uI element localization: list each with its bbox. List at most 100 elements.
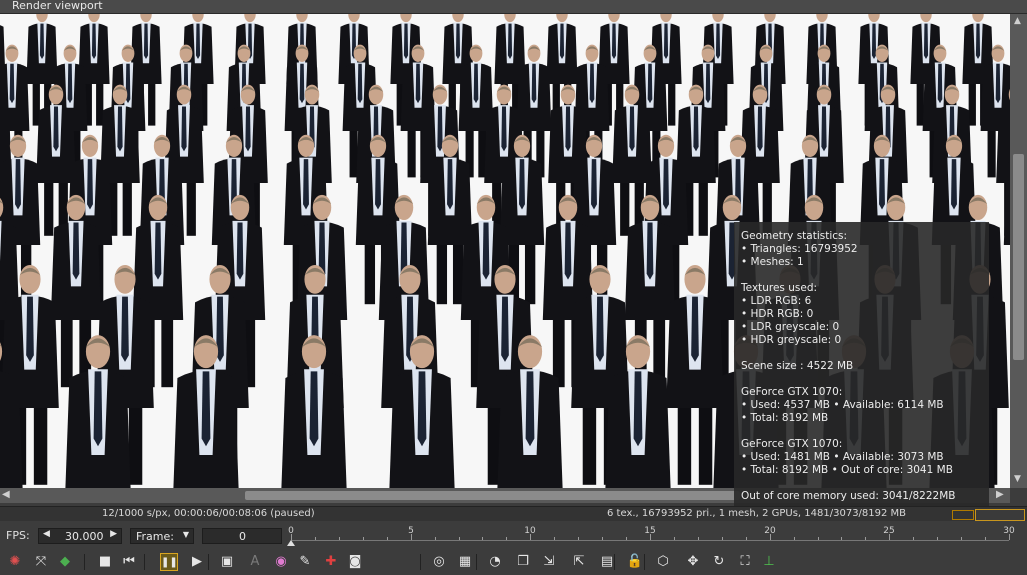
viewport-title-bar: Render viewport — [0, 0, 1027, 14]
stats-line: • Used: 1481 MB • Available: 3073 MB — [741, 451, 944, 463]
geometry-statistics-overlay: Geometry statistics: • Triangles: 167939… — [734, 222, 989, 506]
viewport-toolbar: ✺ ⤧ ◆ ■ ⏮ ❚❚ ▶ ▣ A ◉ ✎ ✚ ◙ ◎ ▦ ◔ ❐ ⇲ ⇱ ▤ 🔓 ⬡ ✥ ↻ ⛶ ⊥ — [0, 550, 1027, 575]
stats-line: GeForce GTX 1070: — [741, 438, 843, 450]
stats-line — [741, 477, 989, 490]
ruler-tick — [794, 537, 795, 540]
ruler-tick — [626, 537, 627, 540]
afi-icon[interactable]: A — [246, 553, 264, 571]
frame-value: 0 — [239, 530, 246, 543]
toolbar-separator — [476, 554, 477, 570]
ruler-tick — [339, 537, 340, 540]
box-icon[interactable]: ⬡ — [654, 553, 672, 571]
ruler-tick — [506, 537, 507, 540]
ruler-tick — [722, 537, 723, 540]
progress-indicator — [952, 510, 974, 520]
stats-line — [741, 425, 989, 438]
stats-line: • Used: 4537 MB • Available: 6114 MB — [741, 399, 944, 411]
fps-value: 30.000 — [65, 530, 104, 543]
viewport-title: Render viewport — [12, 0, 103, 12]
ruler-tick — [961, 537, 962, 540]
stats-line: Textures used: — [741, 282, 818, 294]
move-icon[interactable]: ✥ — [684, 553, 702, 571]
ruler-tick — [554, 537, 555, 540]
stop-icon[interactable]: ■ — [96, 553, 114, 571]
stats-line — [741, 347, 989, 360]
scroll-down-icon[interactable]: ▼ — [1014, 474, 1021, 484]
ruler-label: 30 — [1003, 526, 1015, 536]
chevron-down-icon: ▼ — [182, 530, 189, 539]
scroll-up-icon[interactable]: ▲ — [1014, 16, 1021, 26]
decrement-icon[interactable]: ◀ — [43, 529, 50, 539]
ruler-tick — [315, 537, 316, 540]
stats-line: • Meshes: 1 — [741, 256, 804, 268]
copy-icon[interactable]: ❐ — [514, 553, 532, 571]
stats-line — [741, 373, 989, 386]
ruler-tick — [841, 537, 842, 540]
fit-icon[interactable]: ⛶ — [736, 553, 754, 571]
stats-line: • Total: 8192 MB — [741, 412, 829, 424]
stats-line: • Triangles: 16793952 — [741, 243, 858, 255]
ruler-tick — [674, 537, 675, 540]
ruler-label: 5 — [408, 526, 414, 536]
stats-line: • Total: 8192 MB • Out of core: 3041 MB — [741, 464, 953, 476]
fps-input[interactable]: ◀ 30.000 ▶ — [38, 528, 122, 544]
picker-icon[interactable]: ◎ — [430, 553, 448, 571]
frame-input[interactable]: 0 — [202, 528, 282, 544]
stats-line: • LDR greyscale: 0 — [741, 321, 840, 333]
ruler-label: 0 — [288, 526, 294, 536]
color-wheel-icon[interactable]: ◉ — [272, 553, 290, 571]
ruler-label: 25 — [883, 526, 895, 536]
stats-line: GeForce GTX 1070: — [741, 386, 843, 398]
render-target-icon[interactable]: ✺ — [6, 553, 24, 571]
frame-mode-select[interactable]: Frame: ▼ — [130, 528, 194, 544]
mask-icon[interactable]: ◙ — [346, 553, 364, 571]
playhead-icon[interactable] — [287, 540, 295, 546]
scene-info-text: 6 tex., 16793952 pri., 1 mesh, 2 GPUs, 1… — [607, 508, 907, 519]
ruler-tick — [698, 537, 699, 540]
stats-line: • HDR greyscale: 0 — [741, 334, 842, 346]
frame-mode-value: Frame: — [136, 530, 174, 543]
ruler-baseline — [291, 540, 1009, 541]
ruler-label: 10 — [524, 526, 536, 536]
toolbar-separator — [144, 554, 145, 570]
paint-icon[interactable]: ✎ — [296, 553, 314, 571]
toolbar-separator — [644, 554, 645, 570]
ruler-tick — [482, 537, 483, 540]
ruler-tick — [435, 537, 436, 540]
ruler-label: 15 — [644, 526, 656, 536]
rewind-icon[interactable]: ⏮ — [120, 553, 138, 571]
timeline-ruler[interactable]: 0 5 10 15 20 25 30 — [287, 526, 1015, 546]
red-pick-icon[interactable]: ✚ — [322, 553, 340, 571]
ruler-tick — [913, 537, 914, 540]
toolbar-separator — [614, 554, 615, 570]
gauge-icon[interactable]: ◔ — [486, 553, 504, 571]
vertical-scrollbar[interactable]: ▲ ▼ — [1010, 14, 1027, 488]
scroll-right-icon[interactable]: ▶ — [996, 489, 1004, 500]
progress-bar — [975, 509, 1025, 521]
ruler-tick — [818, 537, 819, 540]
stats-line: Geometry statistics: — [741, 230, 848, 242]
ruler-tick — [602, 537, 603, 540]
lock-icon[interactable]: 🔓 — [626, 553, 644, 571]
ruler-tick — [746, 537, 747, 540]
increment-icon[interactable]: ▶ — [110, 529, 117, 539]
ruler-tick — [459, 537, 460, 540]
stats-line: Out of core memory used: 3041/8222MB — [741, 490, 956, 502]
ruler-tick — [937, 537, 938, 540]
axes-icon[interactable]: ⊥ — [760, 553, 778, 571]
pause-icon[interactable]: ❚❚ — [160, 553, 178, 571]
play-icon[interactable]: ▶ — [188, 553, 206, 571]
export-icon[interactable]: ⇲ — [540, 553, 558, 571]
toolbar-separator — [420, 554, 421, 570]
render-progress-text: 12/1000 s/px, 00:00:06/00:08:06 (paused) — [102, 508, 315, 519]
screenshot-icon[interactable]: ▣ — [218, 553, 236, 571]
rotate-icon[interactable]: ↻ — [710, 553, 728, 571]
import-icon[interactable]: ⇱ — [570, 553, 588, 571]
horizontal-scroll-thumb[interactable] — [245, 491, 740, 500]
cube-color-icon[interactable]: ◆ — [56, 553, 74, 571]
status-bar: 12/1000 s/px, 00:00:06/00:08:06 (paused)… — [0, 506, 1027, 521]
scroll-left-icon[interactable]: ◀ — [2, 489, 10, 500]
resolution-icon[interactable]: ⤧ — [32, 553, 50, 571]
vertical-scroll-thumb[interactable] — [1013, 154, 1024, 360]
checker-icon[interactable]: ▦ — [456, 553, 474, 571]
